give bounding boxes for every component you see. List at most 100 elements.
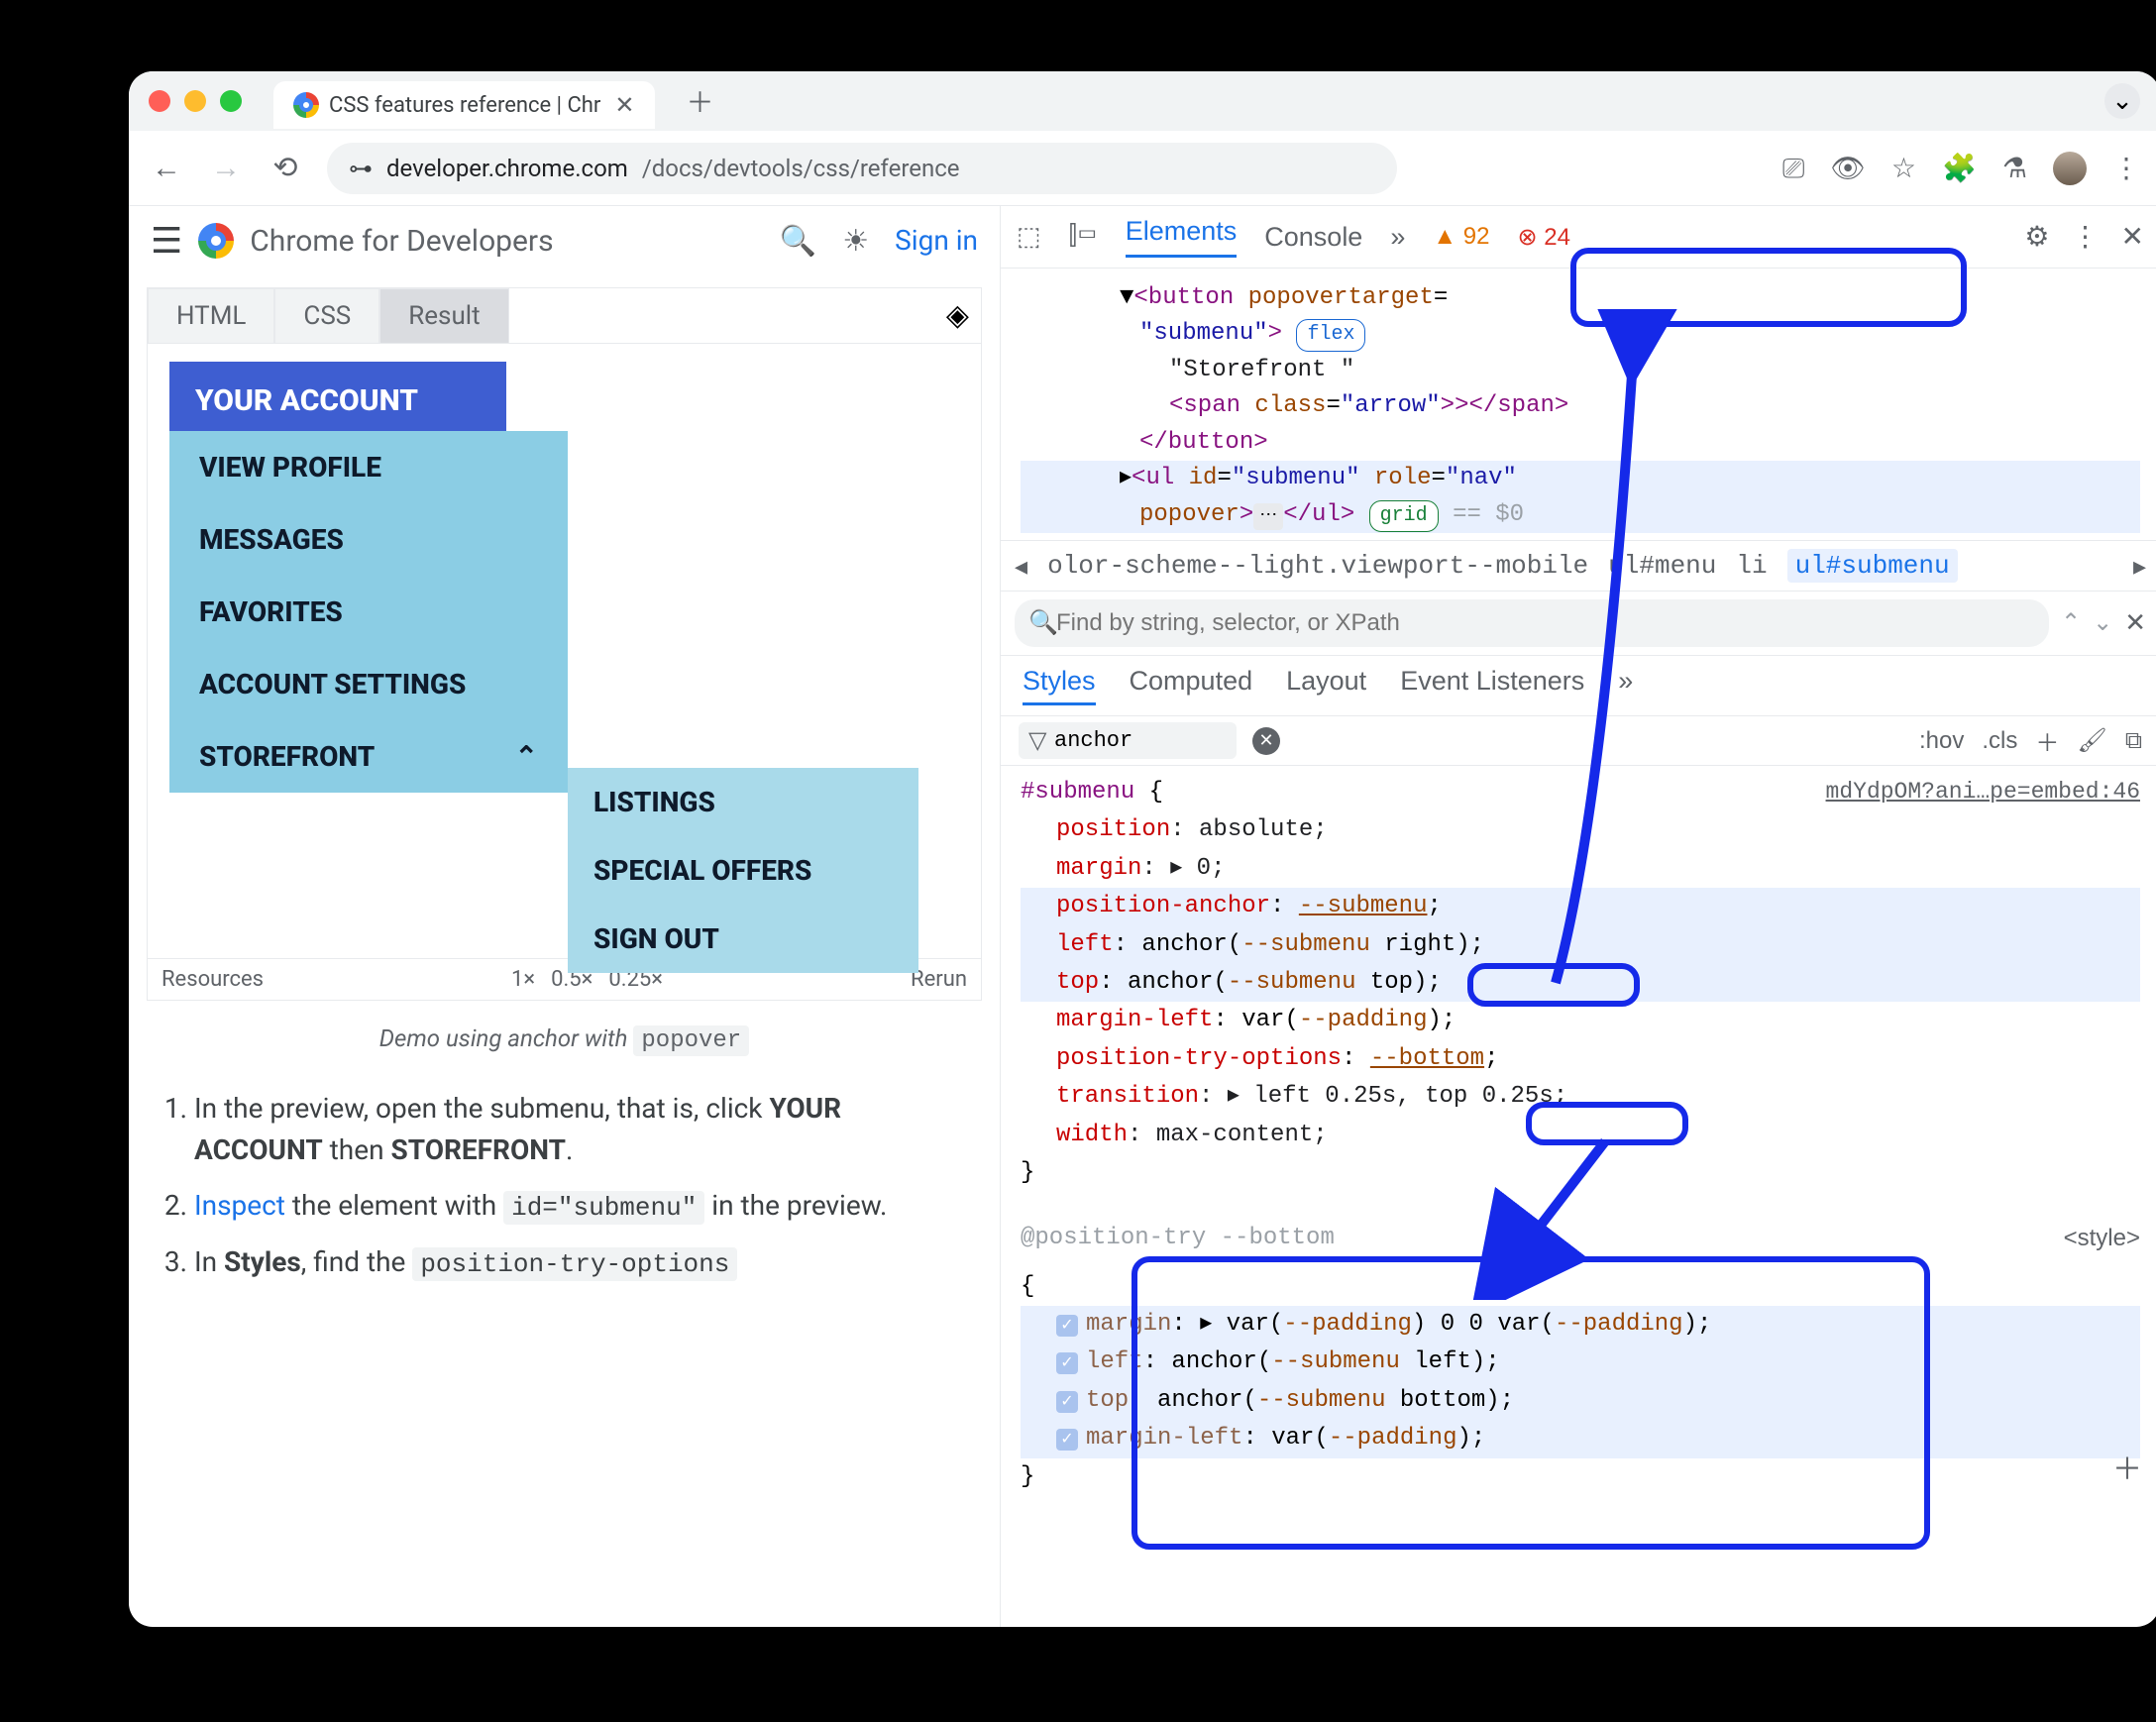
rule-source-link[interactable]: mdYdpOM?ani…pe=embed:46	[1826, 774, 2140, 810]
find-prev-icon[interactable]: ⌃	[2061, 608, 2081, 638]
gear-icon[interactable]: ⚙	[2024, 220, 2049, 255]
dom-breadcrumbs[interactable]: ◂ olor-scheme--light.viewport--mobile ul…	[1001, 540, 2156, 592]
page-content: ☰ Chrome for Developers 🔍 ☀ Sign in HTML…	[129, 206, 1001, 1627]
tab-result[interactable]: Result	[379, 288, 508, 343]
menu-favorites[interactable]: FAVORITES	[169, 576, 568, 648]
hamburger-menu-icon[interactable]: ☰	[151, 220, 182, 262]
style-source[interactable]: <style>	[2064, 1220, 2140, 1257]
grid-badge[interactable]: grid	[1369, 500, 1439, 532]
checkbox-icon[interactable]: ✓	[1056, 1315, 1078, 1337]
incognito-eye-icon[interactable]: 👁	[1830, 152, 1866, 184]
site-settings-icon[interactable]: ⊶	[349, 155, 373, 182]
embed-result-preview: YOUR ACCOUNT VIEW PROFILE MESSAGES FAVOR…	[148, 344, 981, 958]
chevron-up-icon: ⌃	[515, 740, 538, 773]
cls-toggle[interactable]: .cls	[1982, 727, 2017, 755]
styles-filter-input[interactable]	[1019, 722, 1237, 759]
labs-flask-icon[interactable]: ⚗	[2002, 152, 2027, 184]
minimize-window-button[interactable]	[184, 90, 206, 112]
close-icon[interactable]: ✕	[2121, 220, 2144, 255]
hov-toggle[interactable]: :hov	[1919, 727, 1964, 755]
traffic-lights	[149, 90, 242, 112]
close-tab-icon[interactable]: ✕	[614, 91, 634, 119]
dom-tree[interactable]: ▼<button popovertarget= "submenu"> flex …	[1001, 269, 2156, 540]
paint-icon[interactable]: 🖌	[2077, 726, 2106, 755]
devtools-panel: ⬚ ⫿▭ Elements Console » ▲ 92 ⊗ 24 ⚙ ⋮ ✕ …	[1001, 206, 2156, 1627]
close-find-icon[interactable]: ✕	[2124, 608, 2146, 639]
more-styles-tabs-icon[interactable]: »	[1618, 666, 1633, 705]
computed-toggle-icon[interactable]: ⧉	[2125, 727, 2142, 755]
signin-link[interactable]: Sign in	[895, 224, 978, 259]
embed-tabs: HTML CSS Result ◈	[148, 288, 981, 344]
add-rule-plus-icon[interactable]: ＋	[2112, 1449, 2142, 1496]
find-input[interactable]	[1015, 599, 2049, 647]
extensions-puzzle-icon[interactable]: 🧩	[1942, 152, 1977, 184]
back-button[interactable]: ←	[149, 151, 184, 185]
tab-computed[interactable]: Computed	[1130, 666, 1253, 705]
inspect-link[interactable]: Inspect	[194, 1189, 285, 1222]
new-rule-plus-icon[interactable]: ＋	[2035, 723, 2059, 758]
theme-toggle-icon[interactable]: ☀	[842, 224, 869, 259]
storefront-submenu: LISTINGS SPECIAL OFFERS SIGN OUT	[568, 768, 918, 973]
menu-storefront[interactable]: STOREFRONT⌃	[169, 720, 568, 793]
profile-avatar[interactable]	[2053, 152, 2087, 185]
flex-badge[interactable]: flex	[1296, 319, 1365, 351]
menu-your-account[interactable]: YOUR ACCOUNT	[169, 362, 506, 440]
codepen-icon[interactable]: ◈	[946, 298, 969, 333]
checkbox-icon[interactable]: ✓	[1056, 1352, 1078, 1374]
filter-funnel-icon: ▽	[1028, 726, 1046, 756]
url-domain: developer.chrome.com	[386, 155, 628, 182]
bookmark-star-icon[interactable]: ☆	[1891, 152, 1916, 184]
url-path: /docs/devtools/css/reference	[642, 155, 960, 182]
crumb-scroll-left-icon[interactable]: ◂	[1015, 551, 1027, 582]
search-icon: 🔍	[1028, 608, 1058, 638]
address-bar[interactable]: ⊶ developer.chrome.com/docs/devtools/css…	[327, 143, 1397, 194]
step-1: In the preview, open the submenu, that i…	[194, 1088, 964, 1171]
menu-view-profile[interactable]: VIEW PROFILE	[169, 431, 568, 503]
tabs-overflow-button[interactable]: ⌄	[2104, 83, 2140, 119]
errors-badge[interactable]: ⊗ 24	[1517, 223, 1569, 252]
tab-event-listeners[interactable]: Event Listeners	[1400, 666, 1584, 705]
window-titlebar: CSS features reference | Chr ✕ ＋ ⌄	[129, 71, 2156, 131]
tab-styles[interactable]: Styles	[1023, 666, 1096, 705]
checkbox-icon[interactable]: ✓	[1056, 1429, 1078, 1451]
checkbox-icon[interactable]: ✓	[1056, 1391, 1078, 1413]
crumb-item[interactable]: olor-scheme--light.viewport--mobile	[1047, 551, 1588, 581]
maximize-window-button[interactable]	[220, 90, 242, 112]
tab-css[interactable]: CSS	[274, 288, 379, 343]
crumb-item-selected[interactable]: ul#submenu	[1787, 549, 1958, 583]
submenu-special-offers[interactable]: SPECIAL OFFERS	[568, 836, 918, 905]
cast-icon[interactable]: ⎚	[1782, 152, 1804, 185]
new-tab-button[interactable]: ＋	[687, 81, 714, 121]
warnings-badge[interactable]: ▲ 92	[1433, 223, 1489, 251]
menu-account-settings[interactable]: ACCOUNT SETTINGS	[169, 648, 568, 720]
tab-title: CSS features reference | Chr	[329, 93, 600, 118]
clear-filter-icon[interactable]: ✕	[1252, 727, 1280, 755]
search-icon[interactable]: 🔍	[780, 224, 816, 259]
kebab-menu-icon[interactable]: ⋮	[2072, 220, 2100, 255]
device-toolbar-icon[interactable]: ⫿▭	[1069, 222, 1098, 252]
zoom-1x[interactable]: 1×	[511, 967, 535, 992]
inspect-element-icon[interactable]: ⬚	[1017, 222, 1041, 253]
forward-button[interactable]: →	[208, 151, 244, 185]
resources-link[interactable]: Resources	[162, 967, 264, 992]
close-window-button[interactable]	[149, 90, 170, 112]
expand-dots-icon[interactable]: ⋯	[1253, 503, 1283, 530]
browser-tab[interactable]: CSS features reference | Chr ✕	[273, 81, 655, 129]
position-try-rule[interactable]: <style> @position-try --bottom { ✓margin…	[1021, 1210, 2140, 1496]
tab-elements[interactable]: Elements	[1126, 216, 1238, 258]
more-tabs-icon[interactable]: »	[1390, 222, 1405, 253]
submenu-listings[interactable]: LISTINGS	[568, 768, 918, 836]
css-rules[interactable]: mdYdpOM?ani…pe=embed:46 #submenu { posit…	[1001, 766, 2156, 1504]
tab-html[interactable]: HTML	[148, 288, 274, 343]
menu-messages[interactable]: MESSAGES	[169, 503, 568, 576]
submenu-sign-out[interactable]: SIGN OUT	[568, 905, 918, 973]
tab-console[interactable]: Console	[1264, 222, 1362, 253]
kebab-menu-icon[interactable]: ⋮	[2112, 152, 2140, 184]
rerun-button[interactable]: Rerun	[911, 967, 967, 992]
tab-layout[interactable]: Layout	[1286, 666, 1366, 705]
crumb-item[interactable]: li	[1736, 551, 1767, 581]
find-next-icon[interactable]: ⌄	[2093, 608, 2112, 638]
crumb-scroll-right-icon[interactable]: ▸	[2133, 551, 2146, 582]
reload-button[interactable]: ⟲	[268, 151, 303, 185]
crumb-item[interactable]: ul#menu	[1608, 551, 1716, 581]
